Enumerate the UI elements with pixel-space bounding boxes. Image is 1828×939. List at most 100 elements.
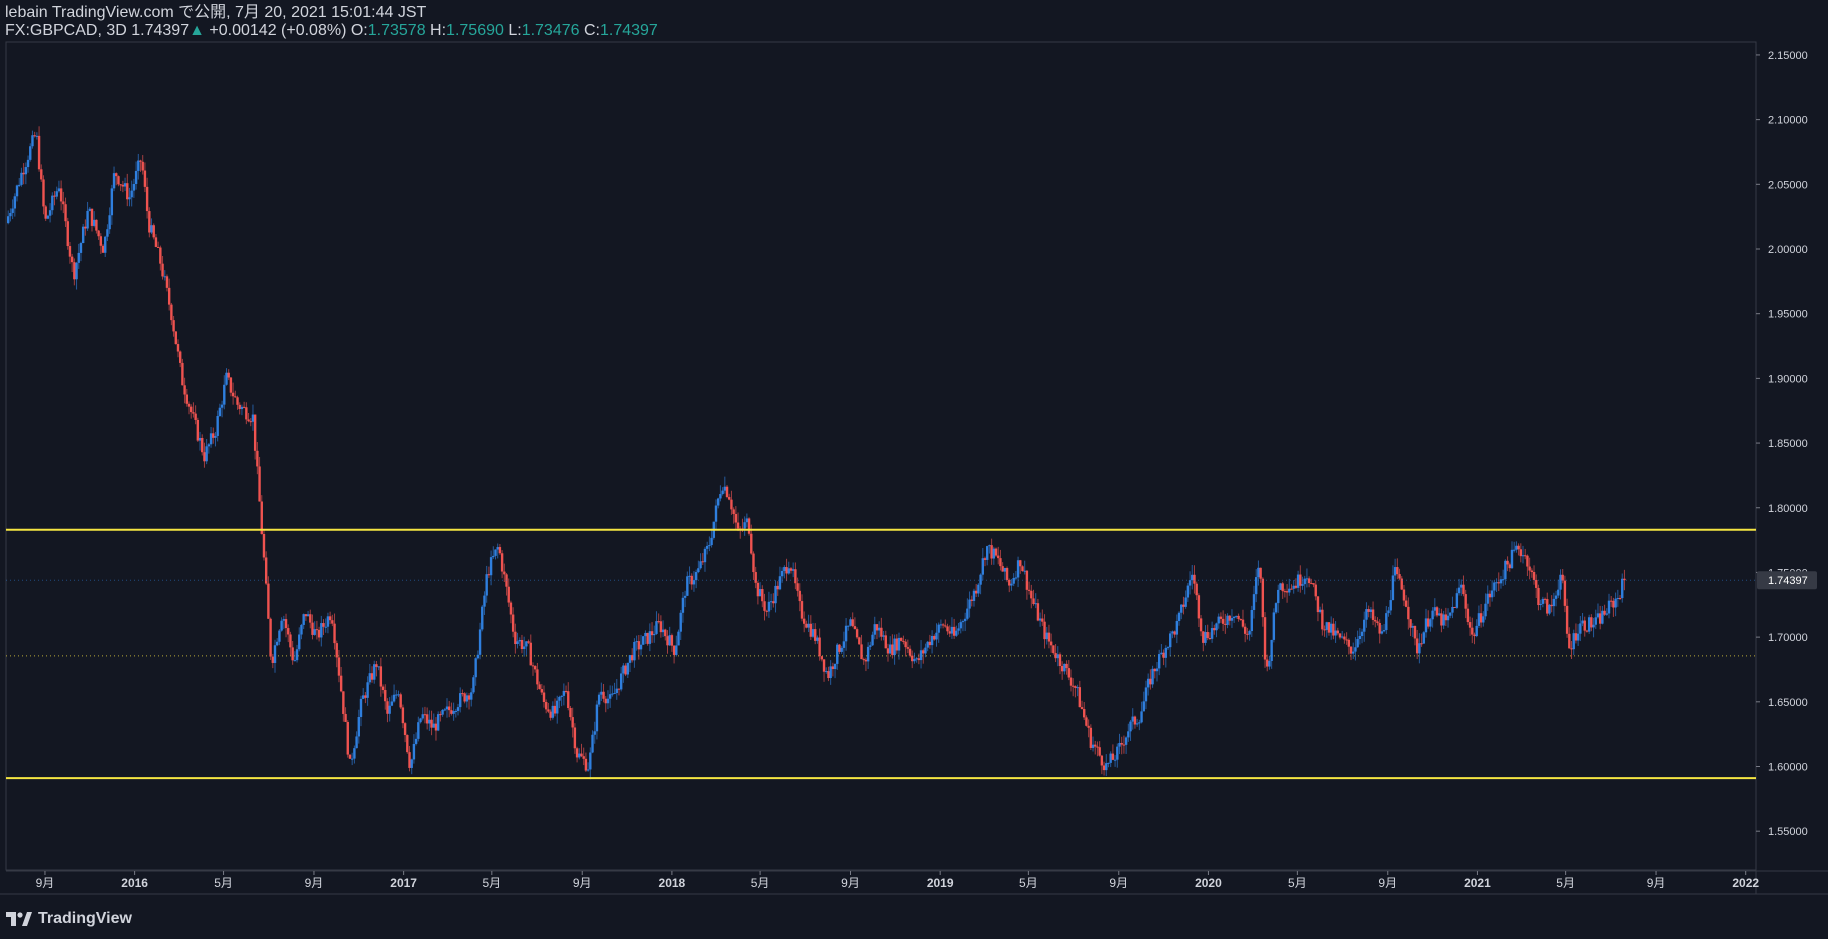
candle-body xyxy=(836,644,839,664)
candle-body xyxy=(1232,616,1236,619)
candle-body xyxy=(467,695,471,700)
candle-body xyxy=(1085,717,1088,726)
candle-body xyxy=(1449,612,1452,616)
candle-body xyxy=(653,633,656,636)
candle-body xyxy=(284,619,288,629)
candle-body xyxy=(1307,578,1311,584)
candle-body xyxy=(1420,643,1423,645)
candle-body xyxy=(267,583,270,619)
candle-body xyxy=(1058,654,1062,667)
candle-body xyxy=(1422,632,1425,644)
candle-body xyxy=(500,553,504,572)
candle-body xyxy=(1146,678,1150,688)
candle-body xyxy=(1482,616,1485,623)
candle-body xyxy=(1587,617,1591,632)
candle-body xyxy=(1572,633,1575,650)
candle-body xyxy=(891,644,894,656)
candle-body xyxy=(401,707,405,724)
y-tick-label: 2.05000 xyxy=(1768,179,1808,191)
candle-body xyxy=(494,549,497,556)
candle-body xyxy=(1424,618,1428,633)
candle-body xyxy=(1045,632,1048,640)
candle-body xyxy=(1418,643,1421,654)
candle-body xyxy=(902,640,905,642)
candle-body xyxy=(644,632,647,637)
candle-body xyxy=(35,135,39,137)
candle-body xyxy=(209,433,213,445)
candle-body xyxy=(1032,598,1035,605)
candle-body xyxy=(1142,701,1145,712)
x-tick-label: 2018 xyxy=(659,876,686,890)
candle-body xyxy=(474,658,477,678)
candle-body xyxy=(1563,580,1567,606)
candle-body xyxy=(145,186,149,212)
candle-body xyxy=(1327,622,1331,633)
candle-body xyxy=(1098,747,1101,756)
candle-body xyxy=(1008,579,1011,586)
candle-body xyxy=(346,721,349,755)
candle-body xyxy=(342,691,345,714)
candle-body xyxy=(1122,744,1126,746)
candle-body xyxy=(1451,606,1454,613)
candle-body xyxy=(1248,631,1251,635)
candle-body xyxy=(375,664,378,667)
candle-body xyxy=(897,637,901,651)
candle-body xyxy=(507,586,510,603)
candle-body xyxy=(997,555,1000,559)
candle-body xyxy=(1149,678,1152,685)
candle-body xyxy=(126,183,129,200)
candle-body xyxy=(355,736,358,749)
candle-body xyxy=(1294,585,1298,588)
candle-body xyxy=(425,714,429,724)
candle-body xyxy=(1012,577,1015,584)
candle-body xyxy=(703,548,707,563)
candle-body xyxy=(917,658,921,661)
candle-body xyxy=(247,419,250,422)
candle-body xyxy=(816,637,819,641)
candle-body xyxy=(701,561,704,563)
candle-body xyxy=(635,641,638,643)
candle-body xyxy=(1493,582,1496,591)
candle-body xyxy=(1535,579,1538,588)
candle-body xyxy=(97,230,100,237)
candle-body xyxy=(1243,626,1247,634)
candle-body xyxy=(1065,663,1068,669)
candle-body xyxy=(174,331,177,345)
candle-body xyxy=(525,641,528,647)
candle-body xyxy=(622,665,625,674)
candle-body xyxy=(877,627,881,631)
candle-body xyxy=(952,626,956,636)
x-tick-label: 5月 xyxy=(214,876,233,890)
candle-body xyxy=(295,649,299,661)
candle-body xyxy=(553,705,557,714)
candle-body xyxy=(1202,631,1205,643)
candle-body xyxy=(1252,594,1256,610)
candle-body xyxy=(805,623,808,628)
candle-body xyxy=(1155,668,1159,672)
candle-body xyxy=(1367,609,1370,612)
y-tick-label: 2.10000 xyxy=(1768,115,1808,127)
candle-body xyxy=(410,759,413,768)
candle-body xyxy=(573,727,577,749)
candle-body xyxy=(1235,615,1238,617)
candle-body xyxy=(381,686,385,691)
candle-body xyxy=(822,659,826,672)
candle-body xyxy=(1078,687,1082,708)
candle-body xyxy=(1226,615,1229,625)
candle-body xyxy=(1561,574,1564,581)
candle-body xyxy=(1224,623,1227,625)
candle-body xyxy=(633,641,636,661)
candle-body xyxy=(156,246,160,248)
candle-body xyxy=(752,553,755,573)
tradingview-logo[interactable]: TradingView xyxy=(6,910,132,928)
candle-body xyxy=(1241,619,1245,627)
candle-body xyxy=(227,372,230,378)
candle-body xyxy=(130,190,133,198)
x-tick-label: 5月 xyxy=(482,876,501,890)
price-chart[interactable]: 2.15000 2.10000 2.05000 2.00000 1.95000 1.900… xyxy=(0,0,1828,939)
y-tick-label: 1.85000 xyxy=(1768,438,1808,450)
candle-body xyxy=(1091,744,1095,748)
candle-body xyxy=(359,698,363,717)
candle-body xyxy=(705,545,709,549)
candle-body xyxy=(1076,687,1079,689)
